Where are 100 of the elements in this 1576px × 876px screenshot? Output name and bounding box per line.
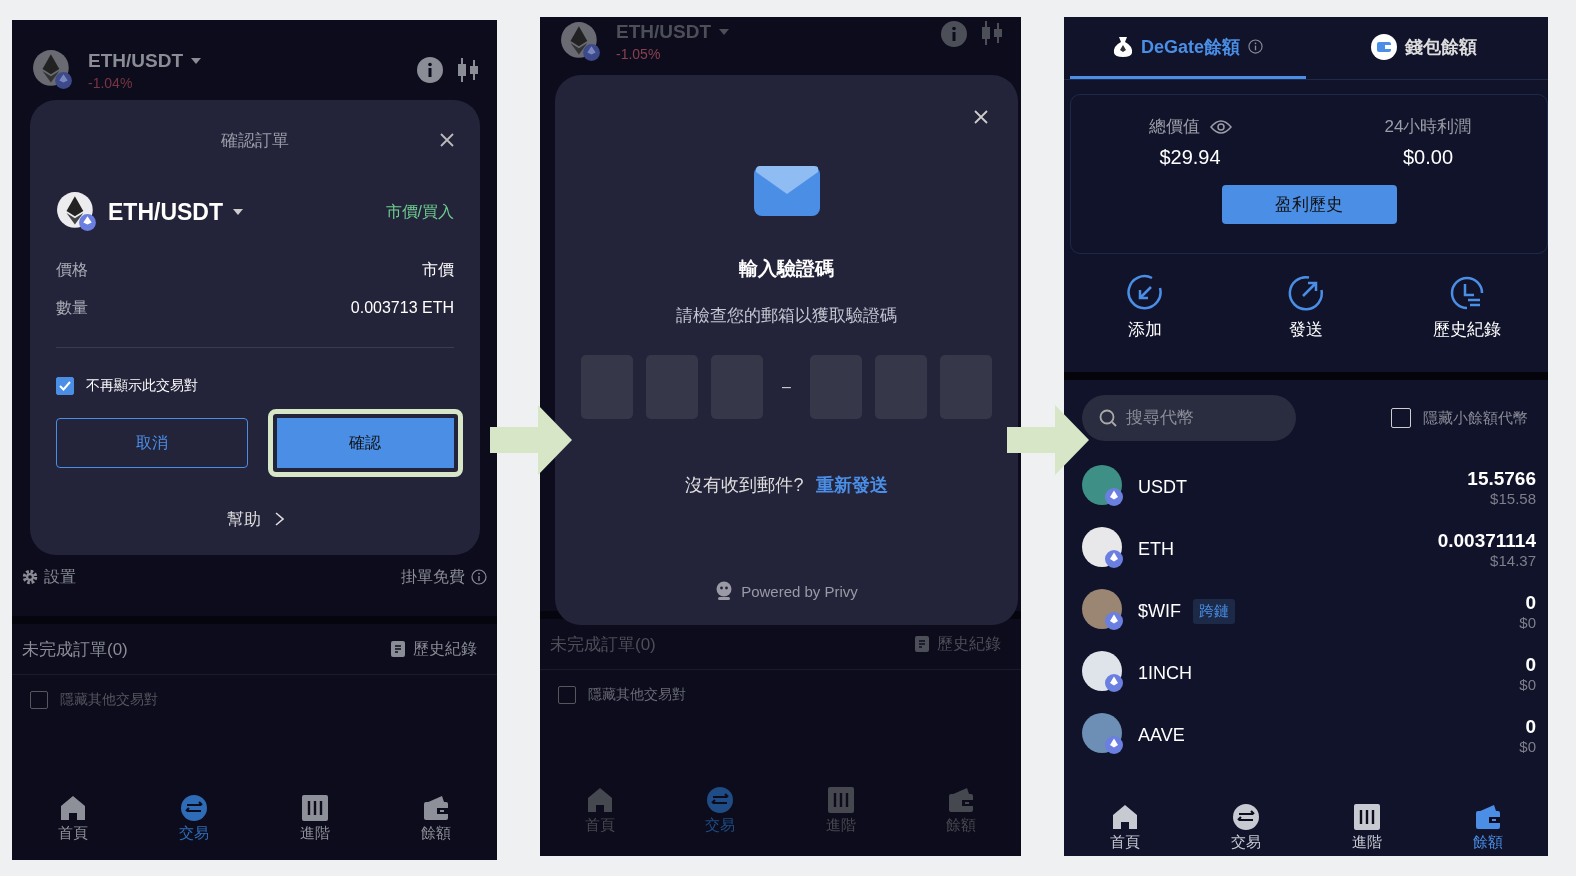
stat-value: $0.00	[1402, 146, 1454, 169]
token-symbol: ETH	[1138, 538, 1174, 560]
info-icon[interactable]	[417, 57, 443, 83]
balance-tab[interactable]: 錢包餘額	[1306, 17, 1542, 79]
home-icon[interactable]	[1110, 803, 1139, 831]
powered-by-text: Powered by Privy	[741, 582, 858, 600]
token-value: $14.37	[1490, 551, 1536, 569]
checkbox-label: 隱藏小餘額代幣	[1423, 408, 1528, 428]
bar-chart-icon[interactable]	[1352, 803, 1381, 831]
eye-icon[interactable]	[1209, 119, 1232, 134]
code-separator: –	[781, 378, 792, 396]
history-link[interactable]: 歷史紀錄	[413, 638, 477, 660]
profit-history-button[interactable]: 盈利歷史	[1221, 185, 1397, 224]
search-icon	[1099, 409, 1117, 427]
checkbox-label: 隱藏其他交易對	[588, 686, 686, 704]
token-row[interactable]: ETH 0.00371114 $14.37	[1064, 518, 1548, 580]
nav-tab[interactable]: 首頁	[1064, 803, 1185, 852]
token-row[interactable]: AAVE 0 $0	[1064, 704, 1548, 766]
caret-icon[interactable]	[191, 57, 201, 64]
candlestick-icon[interactable]	[457, 58, 479, 82]
token-row[interactable]: $WIF 跨鏈 0 $0	[1064, 580, 1548, 642]
order-type: 市價/買入	[385, 201, 454, 222]
token-value: $15.58	[1490, 489, 1536, 507]
pair-selector[interactable]: ETH/USDT	[108, 198, 223, 226]
close-icon[interactable]	[974, 110, 988, 124]
token-row[interactable]: USDT 15.5766 $15.58	[1064, 456, 1548, 518]
cancel-button[interactable]: 取消	[56, 418, 248, 468]
dialog-subtitle: 請檢查您的郵箱以獲取驗證碼	[676, 305, 897, 327]
home-icon[interactable]	[58, 794, 87, 822]
nav-tab[interactable]: 餘額	[1427, 803, 1548, 852]
cross-chain-tag: 跨鏈	[1193, 598, 1235, 624]
stat-label: 總價值	[1148, 116, 1200, 138]
token-symbol: USDT	[1138, 476, 1187, 498]
wallet-icon[interactable]	[422, 794, 451, 822]
checkbox[interactable]	[56, 377, 74, 395]
checkbox[interactable]	[558, 686, 576, 704]
envelope-icon	[753, 166, 820, 216]
section-title: 未完成訂單(0)	[550, 633, 656, 656]
fee-label: 掛單免費	[401, 566, 465, 587]
swap-icon[interactable]	[1231, 803, 1260, 831]
eth-coin-icon	[32, 49, 74, 91]
ghost-icon	[715, 581, 734, 601]
price-change: -1.05%	[616, 46, 662, 62]
token-row[interactable]: 1INCH 0 $0	[1064, 642, 1548, 704]
checkbox[interactable]	[30, 691, 48, 709]
nav-tab[interactable]: 餘額	[375, 794, 497, 843]
nav-tab[interactable]: 交易	[133, 794, 255, 843]
token-amount: 0.00371114	[1437, 529, 1536, 552]
dialog-title: 輸入驗證碼	[739, 257, 834, 281]
pair-selector[interactable]: ETH/USDT	[88, 49, 183, 72]
nav-tab[interactable]: 進階	[1306, 803, 1427, 852]
chevron-right-icon[interactable]	[274, 512, 284, 526]
action-label[interactable]: 發送	[1289, 318, 1323, 341]
help-link[interactable]: 幫助	[226, 507, 261, 531]
wallet-icon[interactable]	[1473, 803, 1502, 831]
stat-value: $29.94	[1159, 146, 1221, 169]
field-label: 價格	[56, 259, 88, 280]
arrow-in-circle-icon[interactable]	[1125, 274, 1164, 312]
field-value: 市價	[422, 259, 454, 280]
action-label[interactable]: 歷史紀錄	[1433, 318, 1502, 341]
price-change: -1.04%	[88, 74, 134, 91]
info-icon[interactable]	[471, 569, 487, 585]
checkbox-label: 不再顯示此交易對	[86, 377, 198, 395]
token-symbol: $WIF	[1138, 600, 1181, 622]
caret-icon[interactable]	[233, 209, 243, 215]
info-icon[interactable]	[1248, 39, 1263, 54]
field-value: 0.003713 ETH	[350, 299, 454, 317]
settings-link[interactable]: 設置	[44, 566, 76, 588]
token-symbol: 1INCH	[1138, 662, 1192, 684]
search-field[interactable]: 搜尋代幣	[1082, 395, 1296, 441]
nav-tab[interactable]: 交易	[1185, 803, 1306, 852]
document-icon[interactable]	[391, 641, 405, 657]
token-value: $0	[1519, 737, 1536, 755]
eth-coin-icon	[560, 21, 602, 63]
eth-coin-icon	[56, 191, 98, 233]
resend-prompt: 沒有收到郵件?	[685, 474, 804, 497]
token-amount: 0	[1525, 653, 1536, 676]
action-label[interactable]: 添加	[1127, 318, 1162, 341]
token-value: $0	[1519, 675, 1536, 693]
close-icon[interactable]	[440, 133, 454, 147]
field-label: 數量	[56, 297, 88, 318]
wallet-icon	[1371, 33, 1397, 60]
gear-icon[interactable]	[22, 569, 38, 585]
confirm-button[interactable]: 確認	[267, 409, 463, 477]
nav-tab[interactable]: 首頁	[12, 794, 134, 843]
balance-tab[interactable]: DeGate餘額	[1070, 17, 1306, 79]
resend-link[interactable]: 重新發送	[815, 473, 888, 497]
checkbox-label: 隱藏其他交易對	[60, 691, 158, 709]
token-amount: 0	[1525, 715, 1536, 738]
section-title: 未完成訂單(0)	[22, 638, 128, 661]
stat-label: 24小時利潤	[1384, 116, 1472, 138]
money-bag-icon	[1113, 35, 1133, 58]
bar-chart-icon[interactable]	[301, 794, 330, 822]
token-symbol: AAVE	[1138, 724, 1185, 746]
token-value: $0	[1519, 613, 1536, 631]
arrow-out-circle-icon[interactable]	[1287, 274, 1325, 312]
token-amount: 15.5766	[1467, 467, 1536, 490]
nav-tab[interactable]: 進階	[254, 794, 376, 843]
dialog-title: 確認訂單	[221, 129, 289, 152]
token-amount: 0	[1525, 591, 1536, 614]
